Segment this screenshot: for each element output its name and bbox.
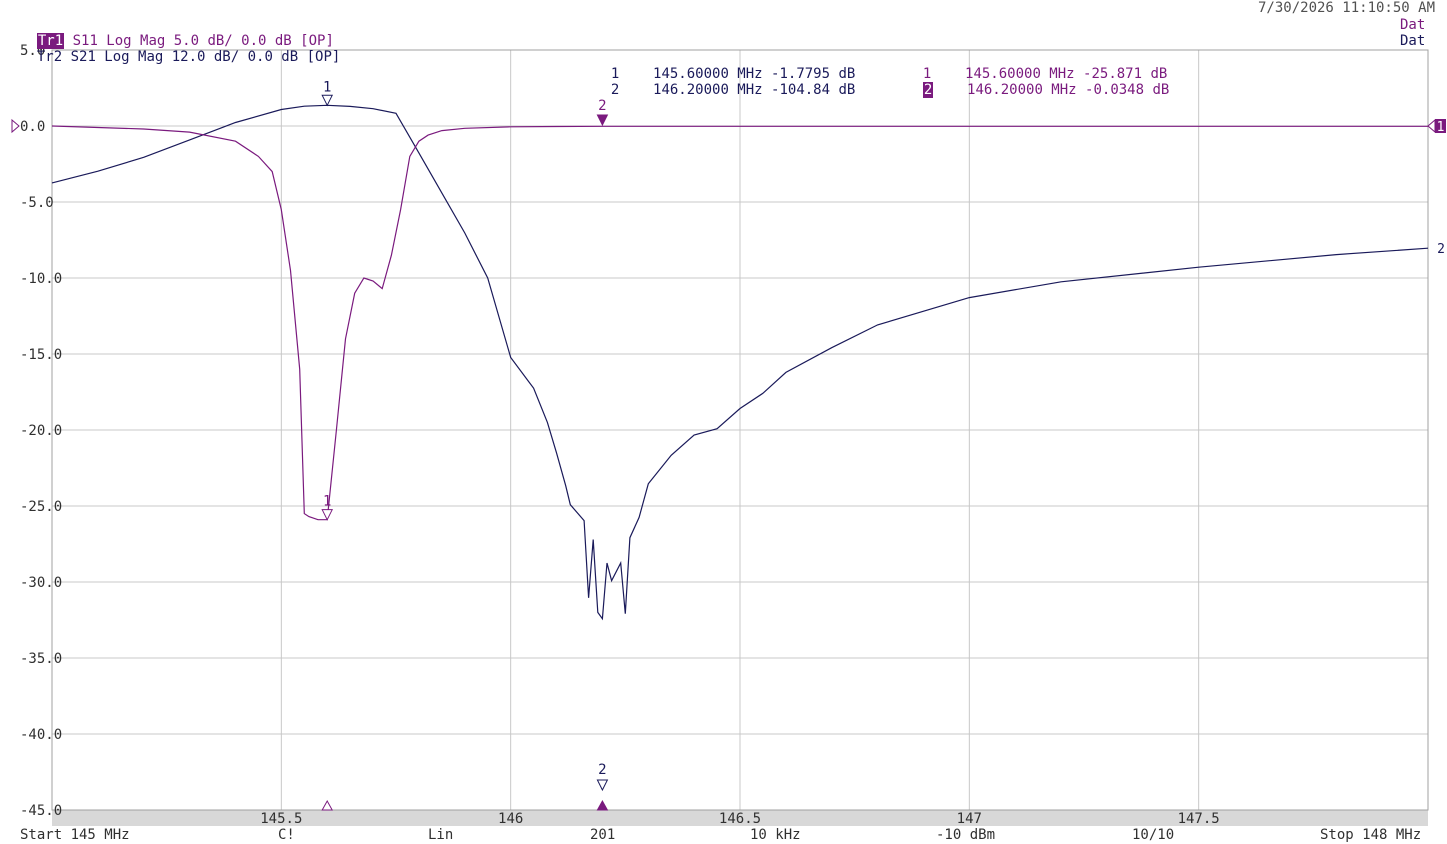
x-tick-label: 146 [498, 811, 523, 827]
y-tick-label: -15.0 [20, 347, 62, 363]
y-tick-label: -30.0 [20, 575, 62, 591]
source-power[interactable]: -10 dBm [936, 827, 995, 843]
trace2-badge[interactable]: Tr2 [37, 49, 62, 65]
tr1-marker-2-label: 2 [598, 98, 606, 114]
marker-freq: 146.20000 MHz [653, 82, 763, 98]
tr2-marker-1-symbol [321, 94, 334, 107]
y-tick-label: -20.0 [20, 423, 62, 439]
ref-line-arrow-left [11, 118, 20, 134]
y-tick-label: -40.0 [20, 727, 62, 743]
trace2-label: S21 Log Mag 12.0 dB/ 0.0 dB [OP] [70, 49, 341, 65]
tr2-marker-2-label: 2 [598, 762, 606, 778]
tr1-marker-2-symbol [596, 114, 609, 127]
marker-id: 2 [922, 82, 934, 98]
sweep-type[interactable]: Lin [428, 827, 453, 843]
if-bandwidth[interactable]: 10 kHz [750, 827, 801, 843]
tr2-marker-1-label: 1 [323, 79, 331, 95]
x-tick-label: 147.5 [1178, 811, 1220, 827]
tr1-marker-2-readout: 2 146.20000 MHz -0.0348 dB [906, 66, 1169, 98]
offscale-marker-1-symbol [321, 799, 334, 811]
y-tick-labels: 5.00.0-5.0-10.0-15.0-20.0-25.0-30.0-35.0… [20, 43, 62, 819]
y-tick-label: -25.0 [20, 499, 62, 515]
trace1-end-label: 1 [1437, 120, 1445, 135]
grid [52, 49, 1428, 811]
tr1-marker-1-symbol [321, 509, 334, 521]
x-tick-label: 146.5 [719, 811, 761, 827]
start-frequency[interactable]: Start 145 MHz [20, 827, 130, 843]
marker-id: 2 [610, 82, 620, 98]
timestamp: 7/30/2026 11:10:50 AM [1258, 0, 1436, 16]
marker-value: -0.0348 dB [1085, 82, 1170, 98]
y-tick-label: -45.0 [20, 803, 62, 819]
y-tick-label: -35.0 [20, 651, 62, 667]
tr1-marker-1-label: 1 [323, 494, 331, 510]
marker-value: -104.84 dB [771, 82, 856, 98]
trace1-dat: Dat [1400, 17, 1426, 33]
trace2-end-label: 2 [1437, 242, 1445, 257]
trace2-dat: Dat [1400, 33, 1426, 49]
trace2-header[interactable]: Tr2 S21 Log Mag 12.0 dB/ 0.0 dB [OP] [20, 33, 340, 65]
sweep-points[interactable]: 201 [590, 827, 615, 843]
marker-freq: 146.20000 MHz [967, 82, 1077, 98]
marker-symbols: 1 2 1 2 1 2 [11, 79, 1446, 811]
stop-frequency[interactable]: Stop 148 MHz [1320, 827, 1421, 843]
averaging-count[interactable]: 10/10 [1132, 827, 1174, 843]
tr2-marker-2-symbol [596, 779, 609, 792]
y-tick-label: -5.0 [20, 195, 54, 211]
x-tick-label: 147 [957, 811, 982, 827]
y-tick-label: -10.0 [20, 271, 62, 287]
chart-plot: 5.00.0-5.0-10.0-15.0-20.0-25.0-30.0-35.0… [11, 43, 1446, 827]
calibration-status[interactable]: C! [278, 827, 295, 843]
y-tick-label: 0.0 [20, 119, 45, 135]
tr2-marker-2-readout: 2 146.20000 MHz -104.84 dB [594, 66, 855, 98]
x-tick-label: 145.5 [260, 811, 302, 827]
ref-line-arrow-right [1427, 118, 1436, 134]
offscale-marker-2-symbol [596, 799, 609, 811]
